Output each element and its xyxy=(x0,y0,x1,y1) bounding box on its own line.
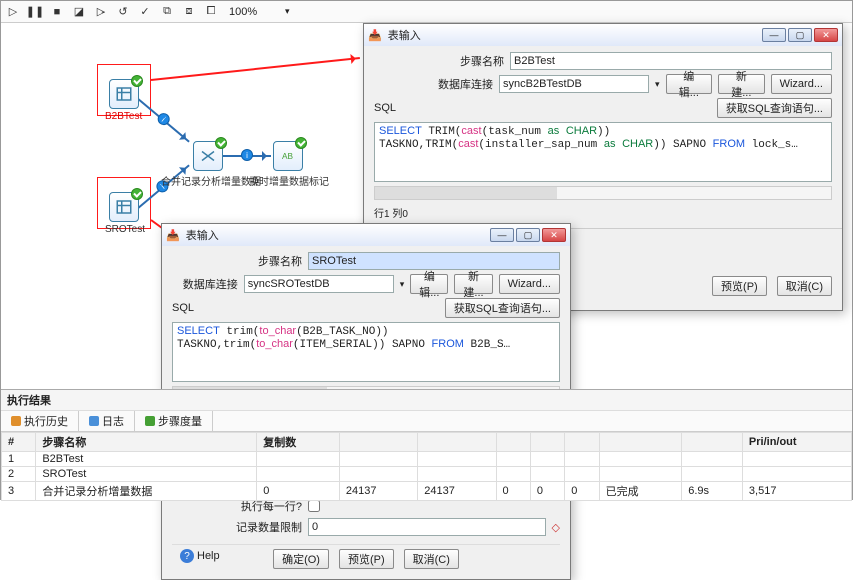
step-name-input[interactable] xyxy=(510,52,832,70)
cancel-button[interactable]: 取消(C) xyxy=(404,549,459,569)
step-label: 合并记录分析增量数据 xyxy=(161,173,261,188)
connection-select[interactable] xyxy=(499,75,649,93)
edit-connection-button[interactable]: 编辑... xyxy=(666,74,713,94)
step-label: SROTest xyxy=(105,224,145,235)
sql-icon[interactable]: ⧉ xyxy=(159,4,175,20)
step-label: 换时增量数据标记 xyxy=(249,173,329,188)
table-row[interactable]: 3合并记录分析增量数据02413724137000已完成6.9s3,517 xyxy=(2,482,852,501)
maximize-button[interactable]: ▢ xyxy=(516,228,540,242)
step-merge[interactable] xyxy=(193,141,223,171)
metrics-table[interactable]: #步骤名称复制数 Pri/in/out 1B2BTest2SROTest3合并记录… xyxy=(1,432,852,501)
pause-icon[interactable]: ❚❚ xyxy=(27,4,43,20)
ok-button[interactable]: 确定(O) xyxy=(273,549,329,569)
maximize-button[interactable]: ▢ xyxy=(788,28,812,42)
scrollbar-horizontal[interactable] xyxy=(374,186,832,200)
connection-select[interactable] xyxy=(244,275,394,293)
merge-icon xyxy=(199,147,217,165)
dialog-title: 表输入 xyxy=(186,227,484,243)
tab-history[interactable]: 执行历史 xyxy=(1,411,79,431)
explore-icon[interactable]: ⧈ xyxy=(181,4,197,20)
get-sql-button[interactable]: 获取SQL查询语句... xyxy=(445,298,560,318)
col-header[interactable] xyxy=(496,433,530,452)
table-input-icon xyxy=(115,85,133,103)
table-row[interactable]: 2SROTest xyxy=(2,467,852,482)
zoom-select[interactable] xyxy=(229,6,279,18)
wizard-button[interactable]: Wizard... xyxy=(499,274,560,294)
col-header[interactable]: # xyxy=(2,433,36,452)
minimize-button[interactable]: — xyxy=(762,28,786,42)
col-header[interactable]: 复制数 xyxy=(257,433,340,452)
svg-text:AB: AB xyxy=(282,152,294,161)
show-icon[interactable]: ⧠ xyxy=(203,4,219,20)
step-name-label: 步骤名称 xyxy=(172,253,302,269)
col-header[interactable]: 步骤名称 xyxy=(36,433,257,452)
minimize-button[interactable]: — xyxy=(490,228,514,242)
app-icon: 📥 xyxy=(368,29,382,42)
wizard-button[interactable]: Wizard... xyxy=(771,74,832,94)
step-name-label: 步骤名称 xyxy=(374,53,504,69)
close-button[interactable]: ✕ xyxy=(542,228,566,242)
record-limit-input[interactable] xyxy=(308,518,546,536)
step-flag[interactable]: AB xyxy=(273,141,303,171)
run-icon[interactable]: ▷ xyxy=(5,4,21,20)
sql-label: SQL xyxy=(374,102,711,114)
sql-label: SQL xyxy=(172,302,439,314)
step-b2btest[interactable] xyxy=(109,79,139,109)
ab-icon: AB xyxy=(279,147,297,165)
stop-icon[interactable]: ■ xyxy=(49,4,65,20)
debug-icon[interactable]: ▷̵ xyxy=(93,4,109,20)
tab-metrics[interactable]: 步骤度量 xyxy=(135,411,213,431)
col-header[interactable] xyxy=(565,433,599,452)
col-header[interactable] xyxy=(530,433,564,452)
results-title: 执行结果 xyxy=(1,390,852,411)
preview-button[interactable]: 预览(P) xyxy=(712,276,767,296)
cancel-button[interactable]: 取消(C) xyxy=(777,276,832,296)
close-button[interactable]: ✕ xyxy=(814,28,838,42)
app-icon: 📥 xyxy=(166,229,180,242)
new-connection-button[interactable]: 新建... xyxy=(454,274,492,294)
preview-button[interactable]: 预览(P) xyxy=(339,549,394,569)
table-input-icon xyxy=(115,198,133,216)
col-header[interactable] xyxy=(418,433,496,452)
dialog-title: 表输入 xyxy=(388,27,756,43)
step-label: B2BTest xyxy=(105,111,142,122)
connection-label: 数据库连接 xyxy=(374,76,493,92)
help-button[interactable]: ?Help xyxy=(180,549,220,563)
new-connection-button[interactable]: 新建... xyxy=(718,74,765,94)
col-header[interactable]: Pri/in/out xyxy=(742,433,851,452)
edit-connection-button[interactable]: 编辑... xyxy=(410,274,448,294)
preview-icon[interactable]: ◪ xyxy=(71,4,87,20)
results-tabs: 执行历史 日志 步骤度量 xyxy=(1,411,852,432)
replay-icon[interactable]: ↺ xyxy=(115,4,131,20)
col-header[interactable] xyxy=(339,433,417,452)
main-toolbar: ▷ ❚❚ ■ ◪ ▷̵ ↺ ✓ ⧉ ⧈ ⧠ ▾ xyxy=(1,1,852,23)
hop-1[interactable]: i xyxy=(136,97,189,142)
step-srotest[interactable] xyxy=(109,192,139,222)
col-header[interactable] xyxy=(682,433,743,452)
col-header[interactable] xyxy=(599,433,682,452)
sql-textarea[interactable]: SELECT trim(to_char(B2B_TASK_NO)) TASKNO… xyxy=(172,322,560,382)
record-limit-label: 记录数量限制 xyxy=(172,519,302,535)
get-sql-button[interactable]: 获取SQL查询语句... xyxy=(717,98,832,118)
diamond-icon: ◇ xyxy=(552,521,560,534)
dropdown-icon[interactable]: ▾ xyxy=(285,6,290,17)
table-row[interactable]: 1B2BTest xyxy=(2,452,852,467)
check-icon[interactable]: ✓ xyxy=(137,4,153,20)
hop-3[interactable]: i xyxy=(223,155,271,157)
sql-textarea[interactable]: SELECT TRIM(cast(task_num as CHAR)) TASK… xyxy=(374,122,832,182)
tab-log[interactable]: 日志 xyxy=(79,411,135,431)
connection-label: 数据库连接 xyxy=(172,276,238,292)
exec-each-checkbox[interactable] xyxy=(308,500,320,512)
pointer-arrow-1 xyxy=(151,57,360,81)
execution-results-panel: 执行结果 执行历史 日志 步骤度量 #步骤名称复制数 Pri/in/out 1B2… xyxy=(1,389,852,499)
caret-position: 行1 列0 xyxy=(374,204,832,221)
